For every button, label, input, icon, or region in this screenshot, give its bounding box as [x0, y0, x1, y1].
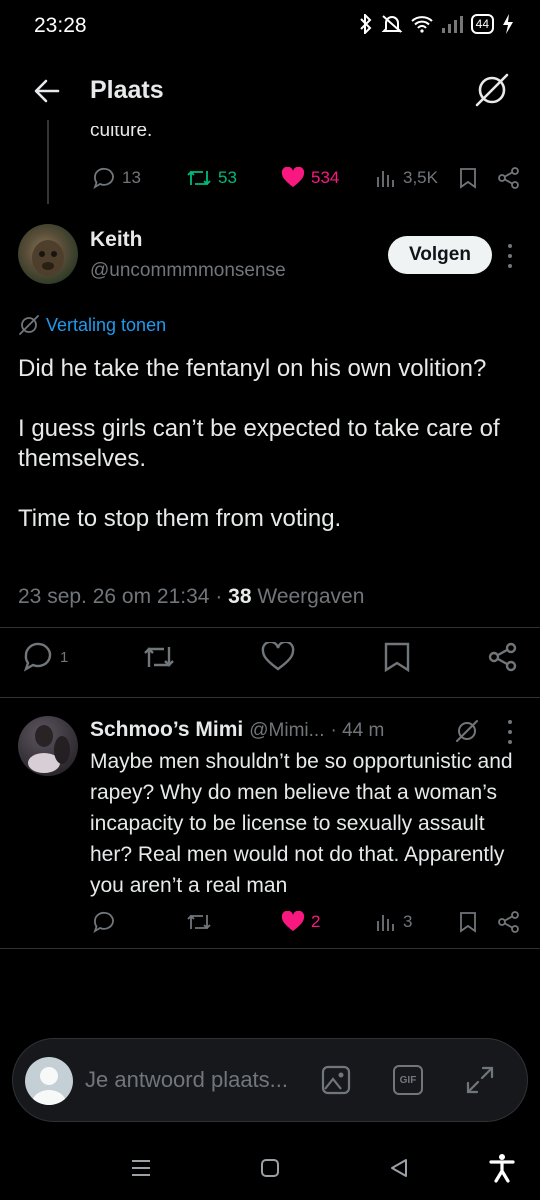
- bookmark-button[interactable]: [458, 167, 478, 189]
- retweet-icon: [144, 647, 174, 667]
- divider: [0, 697, 540, 698]
- signal-icon: [441, 15, 463, 33]
- reply-composer: Je antwoord plaats... GIF: [12, 1038, 528, 1122]
- follow-button[interactable]: Volgen: [388, 236, 492, 274]
- share-icon: [498, 911, 519, 933]
- more-options-icon[interactable]: [505, 244, 515, 268]
- retweet-icon: [187, 170, 211, 186]
- image-icon[interactable]: [321, 1065, 351, 1095]
- reply-icon: [93, 167, 114, 189]
- author-name[interactable]: Keith: [90, 228, 143, 252]
- views-count: 38: [228, 585, 252, 608]
- views-count: 3,5K: [403, 168, 438, 187]
- retweet-count: 53: [218, 168, 237, 187]
- views-button[interactable]: 3,5K: [375, 168, 438, 188]
- reply-button[interactable]: 1: [22, 642, 68, 672]
- tweet-paragraph: I guess girls can’t be expected to take …: [18, 415, 500, 472]
- tweet-text: Did he take the fentanyl on his own voli…: [18, 354, 518, 564]
- status-bar: 23:28 44: [0, 0, 540, 52]
- status-time: 23:28: [34, 14, 87, 37]
- heart-filled-icon: [281, 911, 305, 931]
- bookmark-button[interactable]: [458, 911, 478, 933]
- show-translation-label: Vertaling tonen: [46, 314, 167, 335]
- heart-icon: [261, 642, 295, 671]
- previous-tweet-text: culture.: [90, 126, 153, 141]
- retweet-button[interactable]: [142, 643, 176, 671]
- reply-avatar[interactable]: [18, 716, 78, 776]
- home-icon[interactable]: [259, 1157, 281, 1179]
- share-icon: [498, 167, 519, 189]
- like-button[interactable]: 2: [281, 911, 320, 933]
- share-button[interactable]: [497, 167, 521, 189]
- views-icon: [377, 171, 394, 187]
- translate-icon[interactable]: [472, 70, 512, 110]
- accessibility-icon[interactable]: [488, 1153, 516, 1183]
- divider: [0, 627, 540, 628]
- tweet-timestamp: 23 sep. 26 om 21:34: [18, 585, 210, 608]
- like-count: 534: [311, 168, 340, 187]
- battery-indicator: 44: [470, 14, 494, 34]
- share-button[interactable]: [497, 911, 521, 933]
- back-nav-icon[interactable]: [388, 1157, 410, 1179]
- share-icon: [488, 642, 517, 672]
- tweet-paragraph: Did he take the fentanyl on his own voli…: [18, 355, 487, 382]
- share-button[interactable]: [487, 642, 519, 672]
- avatar[interactable]: [18, 224, 78, 284]
- mute-icon: [381, 14, 403, 34]
- reply-button[interactable]: [92, 911, 116, 933]
- page-title: Plaats: [90, 76, 164, 104]
- like-button[interactable]: [261, 642, 295, 672]
- retweet-button[interactable]: 53: [186, 167, 237, 189]
- heart-filled-icon: [281, 167, 305, 187]
- views-icon: [377, 915, 394, 931]
- wifi-icon: [410, 15, 433, 33]
- tweet-meta: 23 sep. 26 om 21:34 · 38 Weergaven: [18, 585, 364, 609]
- reply-input[interactable]: Je antwoord plaats...: [85, 1067, 288, 1093]
- expand-icon[interactable]: [465, 1065, 495, 1095]
- charging-icon: [502, 14, 514, 34]
- reply-button[interactable]: 13: [92, 167, 141, 189]
- reply-author-handle[interactable]: @Mimi...: [249, 720, 324, 742]
- bookmark-icon: [384, 642, 410, 672]
- back-arrow-icon[interactable]: [30, 74, 64, 108]
- reply-count: 13: [122, 168, 141, 187]
- bookmark-icon: [460, 168, 476, 189]
- reply-icon: [93, 911, 114, 933]
- reply-text: Maybe men shouldn’t be so opportunistic …: [90, 750, 513, 897]
- more-options-icon[interactable]: [505, 720, 515, 744]
- tweet-paragraph: Time to stop them from voting.: [18, 505, 342, 532]
- views-count: 3: [403, 912, 413, 931]
- user-avatar-placeholder: [25, 1057, 73, 1105]
- system-navigation-bar: [0, 1140, 540, 1200]
- reply-author-name[interactable]: Schmoo’s Mimi: [90, 718, 243, 742]
- reply-count: 1: [60, 648, 69, 666]
- retweet-icon: [187, 914, 211, 930]
- gif-icon[interactable]: GIF: [393, 1065, 423, 1095]
- tweet-actions: 1: [0, 640, 540, 674]
- menu-icon[interactable]: [130, 1158, 152, 1178]
- reply-header: Schmoo’s Mimi @Mimi... · 44 m: [90, 718, 510, 742]
- bookmark-button[interactable]: [383, 642, 411, 672]
- views-button[interactable]: 3: [375, 912, 412, 932]
- show-translation-link[interactable]: Vertaling tonen: [18, 314, 166, 336]
- status-icons: 44: [359, 14, 514, 34]
- translate-icon: [19, 315, 39, 335]
- meta-separator: ·: [215, 585, 223, 608]
- reply-icon: [23, 642, 52, 672]
- retweet-button[interactable]: [186, 911, 212, 933]
- author-handle[interactable]: @uncommmmonsense: [90, 260, 286, 282]
- top-app-bar: Plaats: [0, 60, 540, 120]
- reply-actions: 2 3: [0, 908, 540, 936]
- views-label: Weergaven: [257, 585, 365, 608]
- divider: [0, 948, 540, 949]
- previous-tweet-actions: 13 53 534 3,5K: [0, 164, 540, 192]
- bluetooth-icon: [359, 14, 373, 34]
- like-button[interactable]: 534: [281, 167, 339, 189]
- bookmark-icon: [460, 912, 476, 933]
- reply-time: · 44 m: [330, 720, 385, 741]
- like-count: 2: [311, 912, 321, 931]
- translate-icon[interactable]: [454, 718, 480, 744]
